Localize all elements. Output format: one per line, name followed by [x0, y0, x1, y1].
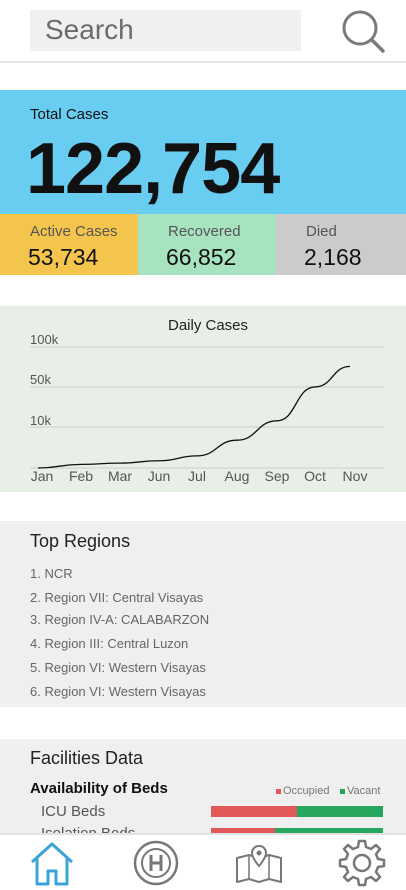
y-tick-label: 100k [30, 332, 59, 347]
region-item[interactable]: 2. Region VII: Central Visayas [30, 590, 203, 605]
chart-title: Daily Cases [168, 317, 248, 334]
recovered-card: Recovered 66,852 [138, 214, 276, 275]
x-tick-label: Mar [108, 468, 132, 484]
x-tick-label: Jan [31, 468, 54, 484]
legend-vacant-label: Vacant [347, 785, 381, 797]
total-cases-value: 122,754 [26, 129, 280, 209]
search-input[interactable] [45, 13, 295, 47]
icu-beds-label: ICU Beds [41, 803, 106, 820]
x-tick-label: Oct [304, 468, 326, 484]
search-icon[interactable] [340, 8, 386, 54]
daily-cases-chart: Daily Cases 100k 50k 10k Jan Feb Mar Jun Jul Au… [30, 317, 384, 484]
x-tick-label: Aug [225, 468, 250, 484]
died-label: Died [306, 223, 337, 240]
x-tick-label: Jun [148, 468, 171, 484]
facilities-title: Facilities Data [30, 748, 144, 768]
legend-vacant: Vacant [340, 785, 380, 797]
died-value: 2,168 [304, 244, 362, 270]
header-divider [0, 61, 406, 63]
total-cases-label: Total Cases [30, 106, 109, 123]
icu-beds-vacant [297, 806, 383, 817]
y-tick-label: 10k [30, 413, 51, 428]
home-icon[interactable] [27, 838, 77, 888]
region-item[interactable]: 1. NCR [30, 566, 73, 581]
region-item[interactable]: 5. Region VI: Western Visayas [30, 660, 206, 675]
legend-occupied: Occupied [276, 785, 329, 797]
y-tick-label: 50k [30, 372, 51, 387]
died-card: Died 2,168 [276, 214, 406, 275]
recovered-label: Recovered [168, 223, 241, 240]
x-tick-label: Jul [188, 468, 206, 484]
icu-beds-bar [211, 806, 383, 817]
legend-occupied-label: Occupied [283, 785, 330, 797]
active-cases-value: 53,734 [28, 244, 99, 270]
beds-availability-title: Availability of Beds [30, 780, 168, 797]
active-cases-card: Active Cases 53,734 [0, 214, 138, 275]
gear-icon[interactable] [337, 838, 387, 888]
series-line [37, 365, 351, 469]
x-tick-label: Nov [343, 468, 368, 484]
recovered-value: 66,852 [166, 244, 237, 270]
top-regions-title: Top Regions [30, 531, 131, 551]
region-item[interactable]: 4. Region III: Central Luzon [30, 636, 188, 651]
vacant-swatch [340, 788, 345, 794]
occupied-swatch [276, 788, 281, 794]
region-item[interactable]: 6. Region VI: Western Visayas [30, 684, 206, 699]
hospital-icon[interactable] [131, 838, 181, 888]
icu-beds-occupied [211, 806, 297, 817]
x-tick-label: Feb [69, 468, 93, 484]
active-cases-label: Active Cases [30, 223, 118, 240]
region-item[interactable]: 3. Region IV-A: CALABARZON [30, 612, 209, 627]
x-tick-label: Sep [265, 468, 290, 484]
map-icon[interactable] [234, 838, 284, 888]
